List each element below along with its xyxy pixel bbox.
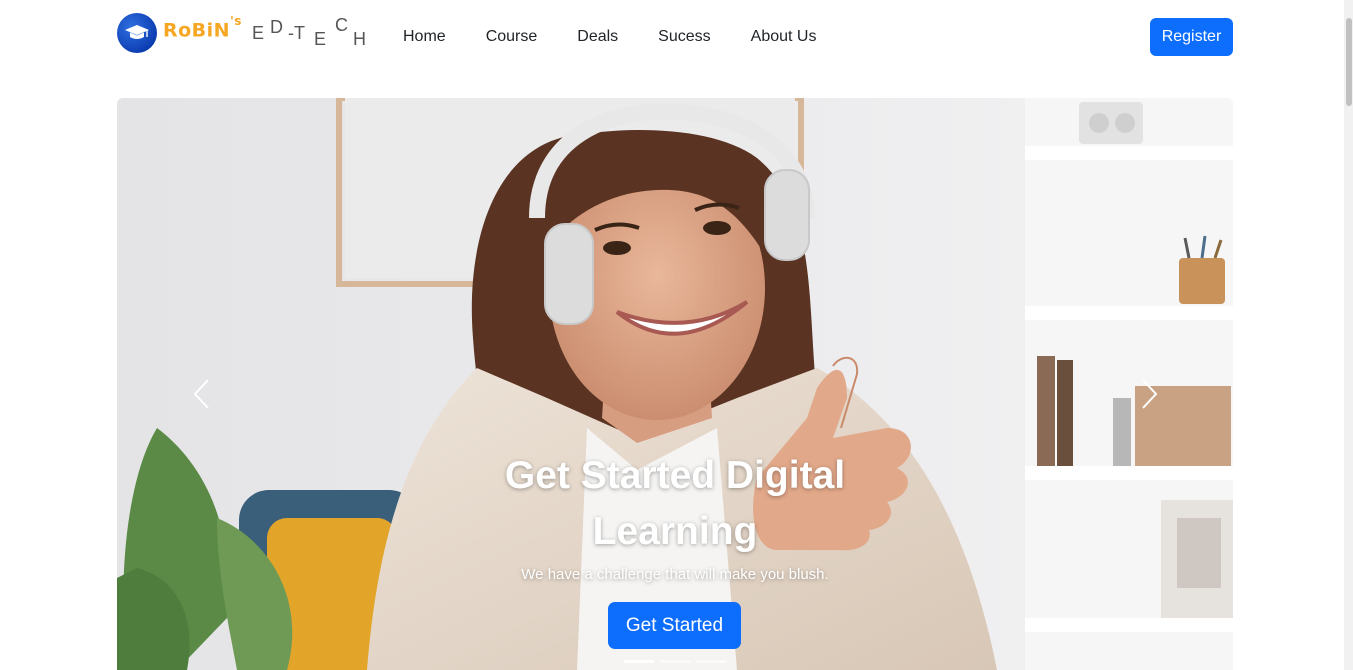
hero-title-line2: Learning (592, 510, 758, 553)
brand-tagline: E D -T E C H (252, 13, 372, 53)
tagline-letter: -T (288, 23, 305, 43)
get-started-button[interactable]: Get Started (608, 602, 741, 649)
carousel-indicators (624, 660, 732, 663)
nav-about-us[interactable]: About Us (751, 28, 817, 46)
page-scrollbar-thumb[interactable] (1346, 18, 1352, 106)
tagline-letter: H (353, 29, 366, 49)
brand-logo-link[interactable]: RoBiN's E D -T E C H (117, 13, 366, 53)
tagline-letter: E (314, 29, 327, 49)
carousel-indicator-2[interactable] (660, 660, 690, 663)
navbar: RoBiN's E D -T E C H Home Course Deals S… (0, 0, 1353, 76)
tagline-letter: C (335, 15, 348, 35)
carousel-prev-button[interactable] (192, 378, 212, 410)
hero-photo (117, 98, 1233, 670)
brand-name-text: RoBiN (163, 19, 231, 42)
hero-title-line1: Get Started Digital (504, 454, 846, 497)
register-button[interactable]: Register (1150, 18, 1233, 56)
brand-name-suffix: 's (230, 14, 242, 28)
hero-title: Get Started Digital Learning (457, 448, 893, 560)
hero-caption: Get Started Digital Learning We have a c… (457, 448, 893, 583)
nav-course[interactable]: Course (486, 28, 538, 46)
carousel-indicator-1[interactable] (624, 660, 654, 663)
hero-subtitle: We have a challenge that will make you b… (521, 566, 829, 583)
brand-name: RoBiN's (163, 14, 242, 42)
chevron-right-icon (1142, 379, 1158, 409)
nav-home[interactable]: Home (403, 28, 446, 46)
tagline-letter: E (252, 23, 265, 43)
nav-success[interactable]: Sucess (658, 28, 710, 46)
graduation-cap-icon (117, 13, 157, 53)
nav-deals[interactable]: Deals (577, 28, 618, 46)
tagline-letter: D (270, 17, 283, 37)
chevron-left-icon (193, 379, 209, 409)
carousel-indicator-3[interactable] (696, 660, 726, 663)
main-nav: Home Course Deals Sucess About Us (403, 28, 856, 46)
hero-carousel: Get Started Digital Learning We have a c… (117, 98, 1233, 670)
carousel-next-button[interactable] (1139, 378, 1159, 410)
